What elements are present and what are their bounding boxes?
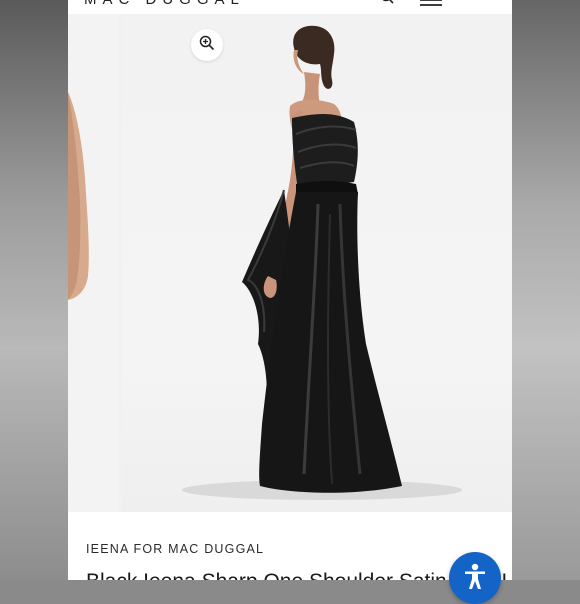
site-header: MAC DUGGAL xyxy=(68,0,512,14)
backdrop-left xyxy=(0,0,68,580)
accessibility-button[interactable] xyxy=(449,552,501,604)
product-brand[interactable]: IEENA FOR MAC DUGGAL xyxy=(86,542,264,556)
product-title: Black Ieena Sharp One Shoulder Satin Hig… xyxy=(86,570,506,580)
brand-logo[interactable]: MAC DUGGAL xyxy=(84,0,245,8)
accessibility-icon xyxy=(460,561,490,596)
search-icon[interactable] xyxy=(380,0,394,4)
hamburger-menu-icon[interactable] xyxy=(420,0,442,6)
previous-image-slide[interactable] xyxy=(68,14,118,512)
product-info: IEENA FOR MAC DUGGAL Black Ieena Sharp O… xyxy=(68,512,512,580)
zoom-in-icon xyxy=(199,35,215,56)
product-page: MAC DUGGAL xyxy=(68,0,512,580)
backdrop-right xyxy=(512,0,580,580)
main-product-image[interactable] xyxy=(122,14,512,512)
image-gallery[interactable] xyxy=(68,14,512,512)
zoom-in-button[interactable] xyxy=(191,29,223,61)
